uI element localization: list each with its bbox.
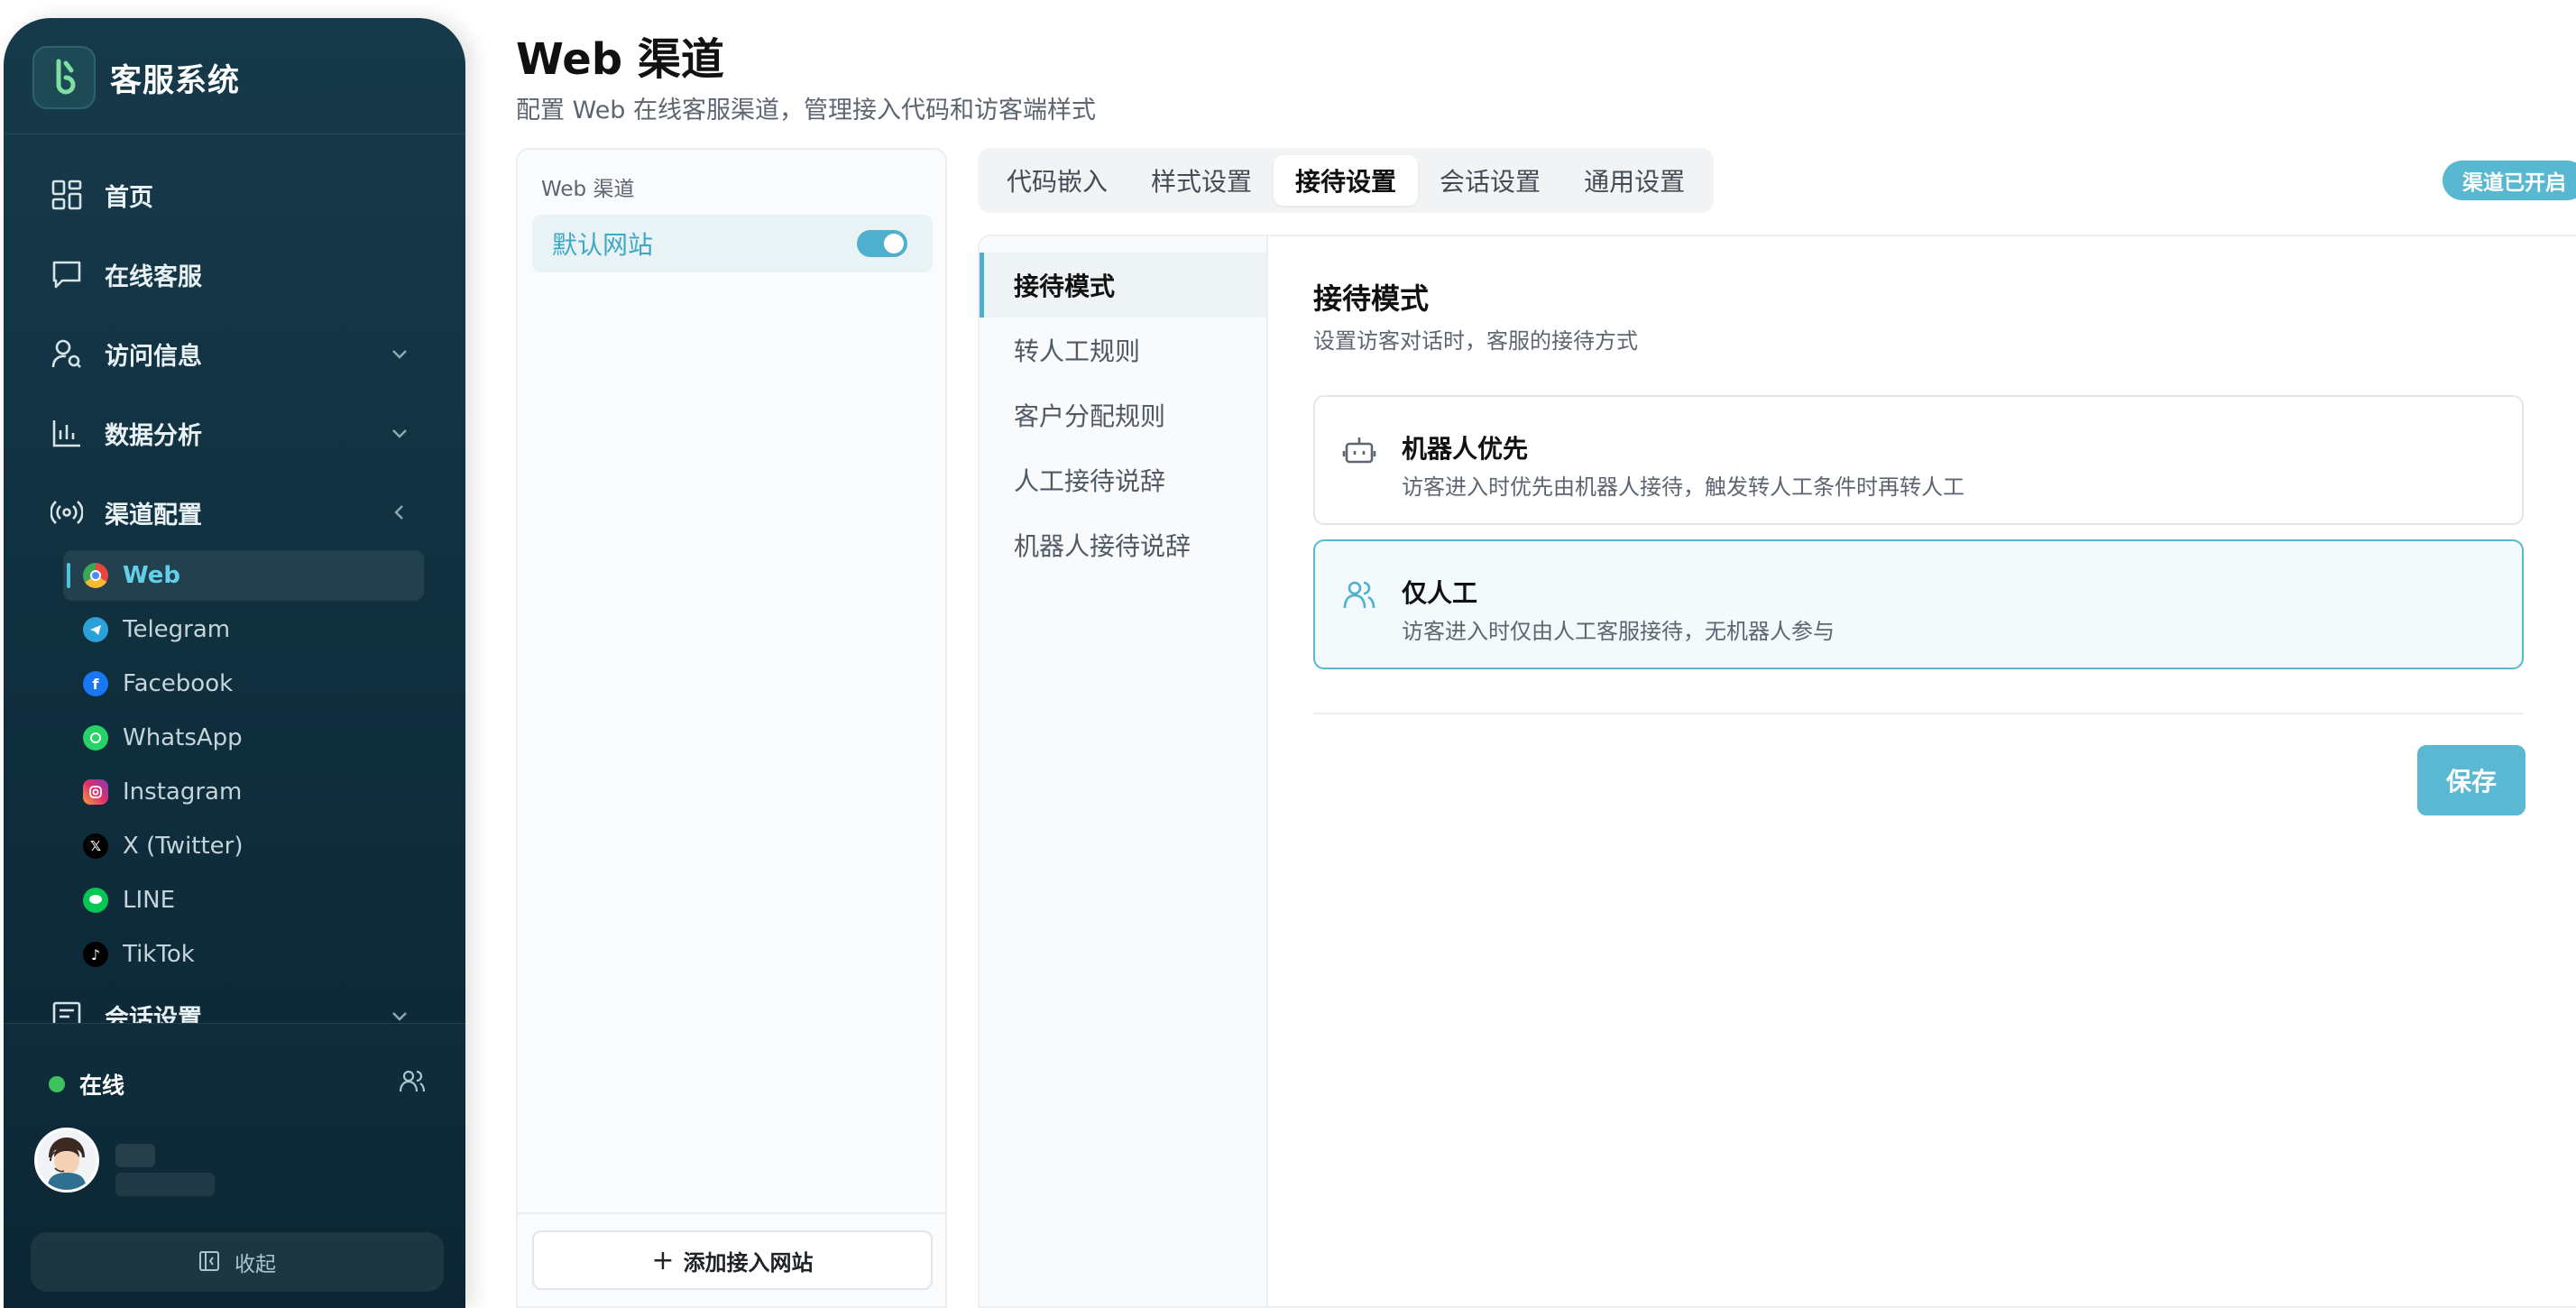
sub-label: Instagram bbox=[123, 778, 243, 806]
nav-label: 访问信息 bbox=[105, 342, 202, 371]
nav-label: 在线客服 bbox=[105, 263, 202, 291]
add-site-label: 添加接入网站 bbox=[683, 1249, 814, 1276]
nav-label: 首页 bbox=[105, 183, 153, 212]
dashboard-icon bbox=[49, 177, 85, 213]
facebook-icon: f bbox=[83, 671, 108, 696]
list-divider bbox=[518, 1212, 945, 1214]
menu-item-transfer-rules[interactable]: 转人工规则 bbox=[980, 318, 1266, 382]
chevron-down-icon[interactable] bbox=[388, 421, 411, 445]
sidebar-item-instagram[interactable]: Instagram bbox=[63, 767, 424, 817]
tab-reception-settings[interactable]: 接待设置 bbox=[1274, 155, 1419, 206]
menu-item-reception-mode[interactable]: 接待模式 bbox=[980, 253, 1266, 318]
section-subtitle: 设置访客对话时，客服的接待方式 bbox=[1313, 328, 1638, 354]
avatar[interactable] bbox=[34, 1128, 99, 1193]
option-desc: 访客进入时优先由机器人接待，触发转人工条件时再转人工 bbox=[1402, 474, 1964, 500]
tab-general-settings[interactable]: 通用设置 bbox=[1562, 155, 1707, 206]
section-divider bbox=[1313, 713, 2524, 714]
sidebar-item-x-twitter[interactable]: 𝕏 X (Twitter) bbox=[63, 821, 424, 871]
active-marker bbox=[67, 563, 70, 588]
brand[interactable]: 客服系统 bbox=[32, 45, 240, 110]
tiktok-icon: ♪ bbox=[83, 942, 108, 967]
reception-settings-panel: 接待模式 转人工规则 客户分配规则 人工接待说辞 机器人接待说辞 接待模式 设置… bbox=[978, 235, 2576, 1308]
option-title: 仅人工 bbox=[1402, 578, 1478, 608]
app-logo-icon bbox=[32, 46, 96, 109]
sidebar: 客服系统 首页 在线客服 访问信息 数据分析 渠道配置 Web Telegram… bbox=[4, 18, 465, 1308]
toggle-knob bbox=[884, 234, 904, 253]
online-status[interactable]: 在线 bbox=[49, 1066, 124, 1102]
menu-item-agent-script[interactable]: 人工接待说辞 bbox=[980, 447, 1266, 512]
nav-item-data-analysis[interactable]: 数据分析 bbox=[49, 406, 411, 460]
x-twitter-icon: 𝕏 bbox=[83, 834, 108, 859]
app-title: 客服系统 bbox=[110, 62, 241, 99]
option-robot-first[interactable]: 机器人优先 访客进入时优先由机器人接待，触发转人工条件时再转人工 bbox=[1313, 395, 2524, 525]
instagram-icon bbox=[83, 779, 108, 805]
option-title: 机器人优先 bbox=[1402, 434, 1529, 464]
chevron-down-icon[interactable] bbox=[388, 342, 411, 365]
whatsapp-icon bbox=[83, 725, 108, 751]
collapse-sidebar-button[interactable]: 收起 bbox=[31, 1232, 444, 1292]
site-list-panel: Web 渠道 默认网站 + 添加接入网站 bbox=[516, 148, 947, 1308]
chrome-icon bbox=[83, 563, 108, 588]
site-list-heading: Web 渠道 bbox=[541, 178, 635, 201]
site-label: 默认网站 bbox=[552, 230, 654, 260]
sub-label: Telegram bbox=[123, 616, 231, 643]
nav-label: 渠道配置 bbox=[105, 501, 202, 530]
page-title: Web 渠道 bbox=[516, 34, 724, 85]
sub-label: LINE bbox=[123, 887, 176, 914]
nav-label: 数据分析 bbox=[105, 421, 202, 450]
sidebar-item-tiktok[interactable]: ♪ TikTok bbox=[63, 929, 424, 980]
collapse-icon bbox=[198, 1250, 222, 1274]
settings-side-menu: 接待模式 转人工规则 客户分配规则 人工接待说辞 机器人接待说辞 bbox=[980, 236, 1268, 1306]
users-icon bbox=[1342, 577, 1378, 613]
user-meta-placeholder bbox=[115, 1173, 215, 1196]
sub-label: X (Twitter) bbox=[123, 833, 244, 860]
option-desc: 访客进入时仅由人工客服接待，无机器人参与 bbox=[1402, 619, 1835, 644]
section-title: 接待模式 bbox=[1313, 281, 1430, 316]
sidebar-item-whatsapp[interactable]: WhatsApp bbox=[63, 713, 424, 763]
option-human-only[interactable]: 仅人工 访客进入时仅由人工客服接待，无机器人参与 bbox=[1313, 539, 2524, 669]
nav-item-home[interactable]: 首页 bbox=[49, 168, 411, 222]
nav-item-channel-config[interactable]: 渠道配置 bbox=[49, 485, 411, 539]
settings-tabs: 代码嵌入 样式设置 接待设置 会话设置 通用设置 bbox=[978, 148, 1714, 213]
status-label: 在线 bbox=[79, 1073, 125, 1099]
menu-item-assignment-rules[interactable]: 客户分配规则 bbox=[980, 382, 1266, 447]
page-subtitle: 配置 Web 在线客服渠道，管理接入代码和访客端样式 bbox=[516, 97, 1097, 124]
sub-label: Web bbox=[123, 562, 180, 589]
sub-label: Facebook bbox=[123, 670, 234, 697]
team-icon[interactable] bbox=[399, 1068, 429, 1099]
site-enable-toggle[interactable] bbox=[857, 230, 907, 257]
line-icon bbox=[83, 888, 108, 913]
tab-code-embed[interactable]: 代码嵌入 bbox=[985, 155, 1129, 206]
menu-item-bot-script[interactable]: 机器人接待说辞 bbox=[980, 512, 1266, 577]
bar-chart-icon bbox=[49, 415, 85, 451]
nav-item-visitor-info[interactable]: 访问信息 bbox=[49, 327, 411, 381]
chevron-left-icon[interactable] bbox=[388, 501, 411, 524]
collapse-label: 收起 bbox=[235, 1253, 276, 1276]
sidebar-item-web[interactable]: Web bbox=[63, 550, 424, 601]
save-button[interactable]: 保存 bbox=[2417, 745, 2525, 815]
online-dot bbox=[49, 1076, 65, 1092]
channel-status-badge: 渠道已开启 bbox=[2443, 161, 2576, 200]
sub-label: TikTok bbox=[123, 941, 195, 968]
robot-icon bbox=[1342, 433, 1378, 469]
nav-item-online-service[interactable]: 在线客服 bbox=[49, 247, 411, 301]
tab-session-settings[interactable]: 会话设置 bbox=[1418, 155, 1562, 206]
tab-style-settings[interactable]: 样式设置 bbox=[1129, 155, 1274, 206]
sidebar-divider bbox=[4, 1023, 465, 1024]
add-site-button[interactable]: + 添加接入网站 bbox=[532, 1230, 933, 1290]
visitor-search-icon bbox=[49, 336, 85, 372]
plus-icon: + bbox=[651, 1244, 675, 1276]
telegram-icon bbox=[83, 617, 108, 642]
broadcast-icon bbox=[49, 494, 85, 530]
sub-label: WhatsApp bbox=[123, 724, 243, 751]
sidebar-item-line[interactable]: LINE bbox=[63, 875, 424, 926]
site-item[interactable]: 默认网站 bbox=[532, 215, 933, 272]
username-placeholder bbox=[115, 1144, 155, 1167]
sidebar-item-telegram[interactable]: Telegram bbox=[63, 604, 424, 655]
sidebar-item-facebook[interactable]: f Facebook bbox=[63, 659, 424, 709]
chat-icon bbox=[49, 256, 85, 292]
